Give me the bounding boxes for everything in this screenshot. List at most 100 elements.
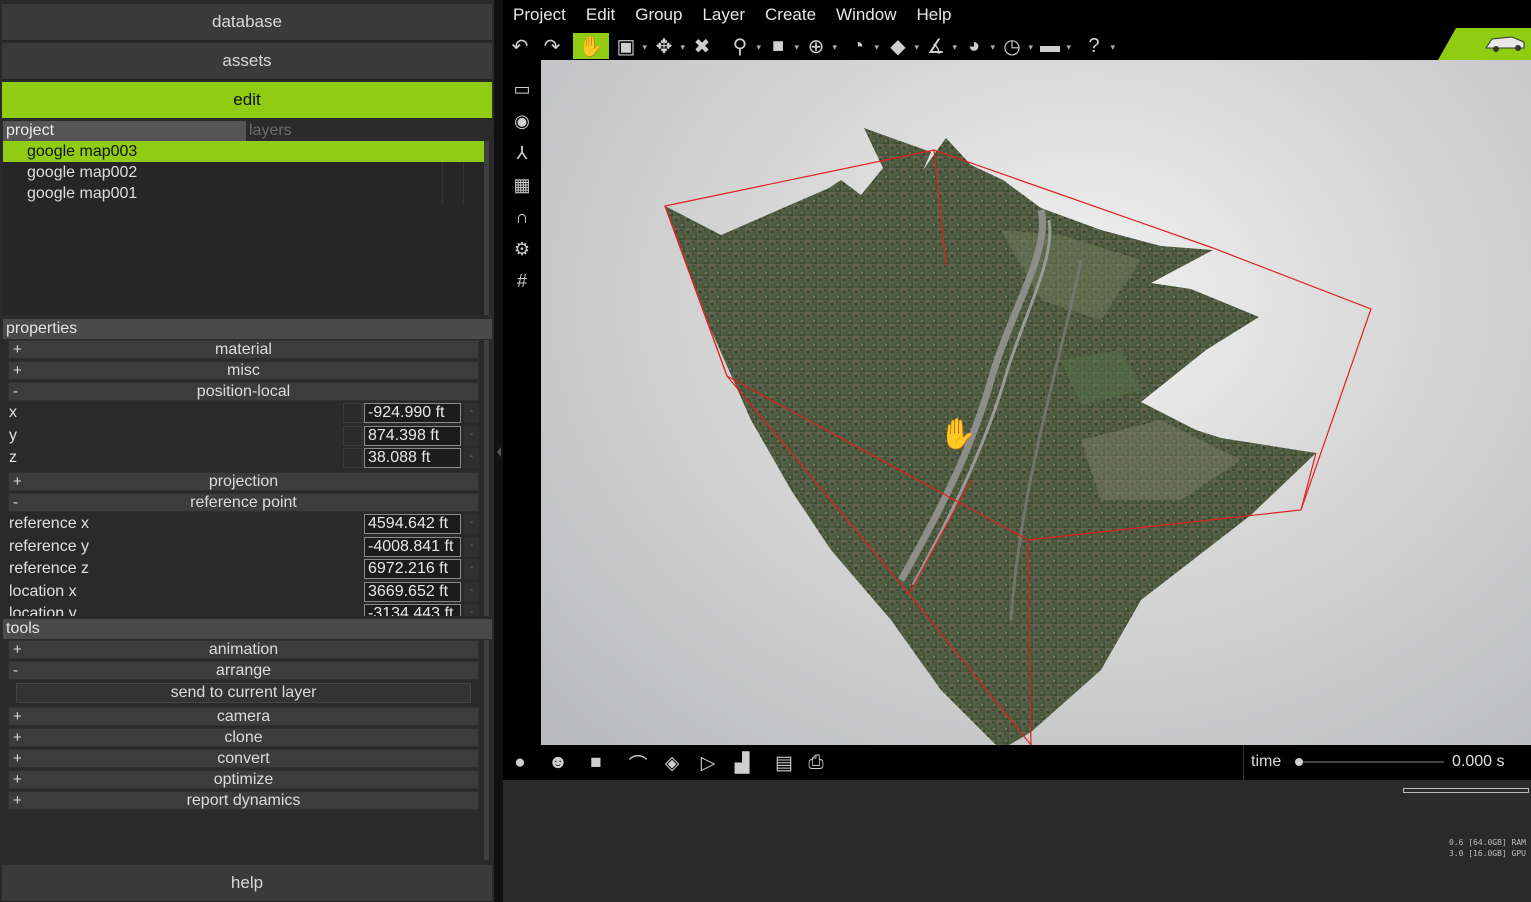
delete-icon[interactable]: ✖ xyxy=(689,33,715,59)
reference-x-label: reference x xyxy=(9,515,90,532)
arrange-group[interactable]: - arrange xyxy=(8,661,479,680)
panel-divider[interactable] xyxy=(494,0,503,902)
menu-edit[interactable]: Edit xyxy=(576,5,625,25)
assets-button[interactable]: assets xyxy=(2,43,492,80)
menu-group[interactable]: Group xyxy=(625,5,692,25)
menu-project[interactable]: Project xyxy=(503,5,576,25)
graph-icon[interactable]: ⌒ xyxy=(625,750,651,776)
orbit-icon[interactable]: ⊕ ▾ xyxy=(803,33,837,59)
map-icon[interactable]: ▦ xyxy=(509,172,535,198)
help-button[interactable]: help xyxy=(2,865,492,902)
camera-group[interactable]: + camera xyxy=(8,707,479,726)
redo-icon[interactable]: ↷ xyxy=(539,33,565,59)
reference-y-spinner[interactable]: - xyxy=(464,537,479,557)
magnet-icon[interactable]: ∩ xyxy=(509,204,535,230)
hand-pan-icon[interactable]: ✋ xyxy=(573,33,609,59)
ruler-icon[interactable]: ▬ ▾ xyxy=(1037,33,1071,59)
axes-icon[interactable]: ⅄ xyxy=(509,140,535,166)
x-input[interactable]: -924.990 ft xyxy=(364,403,461,423)
car-mode-icon[interactable] xyxy=(1438,28,1531,60)
send-to-current-layer-button[interactable]: send to current layer xyxy=(16,683,471,703)
location-x-input[interactable]: 3669.652 ft xyxy=(364,582,461,602)
menu-create[interactable]: Create xyxy=(755,5,826,25)
cube-icon[interactable]: ■ ▾ xyxy=(765,33,799,59)
tools-scrollbar[interactable] xyxy=(484,640,489,860)
reference-point-group[interactable]: - reference point xyxy=(8,493,479,512)
calculator-icon[interactable]: ▤ xyxy=(771,750,797,776)
list-item-cells[interactable] xyxy=(442,162,484,183)
animation-group[interactable]: + animation xyxy=(8,640,479,659)
y-spinner[interactable]: - xyxy=(464,426,479,446)
reference-z-input[interactable]: 6972.216 ft xyxy=(364,559,461,579)
group-label: optimize xyxy=(213,771,274,788)
head-icon[interactable]: ☻ xyxy=(545,750,571,776)
x-spinner[interactable]: - xyxy=(464,403,479,423)
gauge-icon[interactable]: ◷ ▾ xyxy=(999,33,1033,59)
time-label: time xyxy=(1251,753,1282,770)
location-y-input[interactable]: -3134.443 ft xyxy=(364,604,461,616)
select-rect-icon[interactable]: ▣ ▾ xyxy=(613,33,647,59)
y-lock-box[interactable] xyxy=(343,426,363,446)
sphere-icon[interactable]: ● xyxy=(507,750,533,776)
database-button[interactable]: database xyxy=(2,4,492,41)
toolbar: ↶ ↷ ✋ ▣ ▾ ✥ ▾ ✖ ⚲ ▾ ■ ▾ ⊕ ▾ ◔ ▾ ◆ ▾ ∡ ▾ ◕ ▾ ◷ ▾ ▬ ▾… xyxy=(503,30,1531,60)
grid-icon[interactable]: # xyxy=(509,268,535,294)
group-label: arrange xyxy=(215,662,272,679)
location-y-spinner[interactable]: - xyxy=(464,604,479,616)
tab-layers[interactable]: layers xyxy=(246,121,491,141)
optimize-group[interactable]: + optimize xyxy=(8,770,479,789)
menu-bar: Project Edit Group Layer Create Window H… xyxy=(503,0,1531,30)
gears-icon[interactable]: ⚙ xyxy=(509,236,535,262)
z-spinner[interactable]: - xyxy=(464,448,479,468)
3d-viewport[interactable]: ✋ xyxy=(541,60,1531,745)
list-item-google-map002[interactable]: google map002 xyxy=(3,162,484,183)
camera-icon[interactable]: ◈ xyxy=(659,750,685,776)
menu-layer[interactable]: Layer xyxy=(692,5,755,25)
location-x-spinner[interactable]: - xyxy=(464,582,479,602)
clone-group[interactable]: + clone xyxy=(8,728,479,747)
report-dynamics-group[interactable]: + report dynamics xyxy=(8,791,479,810)
projection-group[interactable]: + projection xyxy=(8,472,479,491)
z-input[interactable]: 38.088 ft xyxy=(364,448,461,468)
screen-icon[interactable]: ▭ xyxy=(509,76,535,102)
view-tool-strip: ▭ ◉ ⅄ ▦ ∩ ⚙ # xyxy=(503,60,541,745)
square-icon[interactable]: ■ xyxy=(583,750,609,776)
collapse-arrow-icon xyxy=(497,447,501,457)
misc-group[interactable]: + misc xyxy=(8,361,479,380)
list-item-cells[interactable] xyxy=(442,183,484,204)
list-item-google-map001[interactable]: google map001 xyxy=(3,183,484,204)
convert-group[interactable]: + convert xyxy=(8,749,479,768)
menu-help[interactable]: Help xyxy=(907,5,962,25)
plane-icon[interactable]: ◆ ▾ xyxy=(885,33,919,59)
compass-icon[interactable]: ◕ ▾ xyxy=(961,33,995,59)
target-icon[interactable]: ◉ xyxy=(509,108,535,134)
time-slider-knob[interactable] xyxy=(1295,758,1303,766)
help-icon[interactable]: ? ▾ xyxy=(1081,33,1115,59)
z-lock-box[interactable] xyxy=(343,448,363,468)
y-input[interactable]: 874.398 ft xyxy=(364,426,461,446)
properties-scrollbar[interactable] xyxy=(484,340,489,616)
reference-y-input[interactable]: -4008.841 ft xyxy=(364,537,461,557)
material-group[interactable]: + material xyxy=(8,340,479,359)
reference-z-spinner[interactable]: - xyxy=(464,559,479,579)
tab-project[interactable]: project xyxy=(3,121,246,141)
menu-window[interactable]: Window xyxy=(826,5,906,25)
position-local-group[interactable]: - position-local xyxy=(8,382,479,401)
edit-button[interactable]: edit xyxy=(2,82,492,119)
play-icon[interactable]: ▷ xyxy=(695,750,721,776)
list-item-google-map003[interactable]: google map003 xyxy=(3,141,484,162)
move-icon[interactable]: ✥ ▾ xyxy=(651,33,685,59)
reference-x-row: reference x 4594.642 ft - xyxy=(9,513,479,535)
time-slider[interactable] xyxy=(1294,745,1454,780)
project-list-scrollbar[interactable] xyxy=(484,141,489,315)
zoom-icon[interactable]: ⚲ ▾ xyxy=(727,33,761,59)
printer-icon[interactable]: ⎙ xyxy=(803,750,829,776)
x-lock-box[interactable] xyxy=(343,403,363,423)
reference-x-spinner[interactable]: - xyxy=(464,514,479,534)
angle-icon[interactable]: ∡ ▾ xyxy=(923,33,957,59)
undo-icon[interactable]: ↶ xyxy=(507,33,533,59)
left-panel: database assets edit project layers goog… xyxy=(0,0,494,902)
frames-icon[interactable]: ▟ xyxy=(729,750,755,776)
reference-x-input[interactable]: 4594.642 ft xyxy=(364,514,461,534)
measure-icon[interactable]: ◔ ▾ xyxy=(845,33,879,59)
